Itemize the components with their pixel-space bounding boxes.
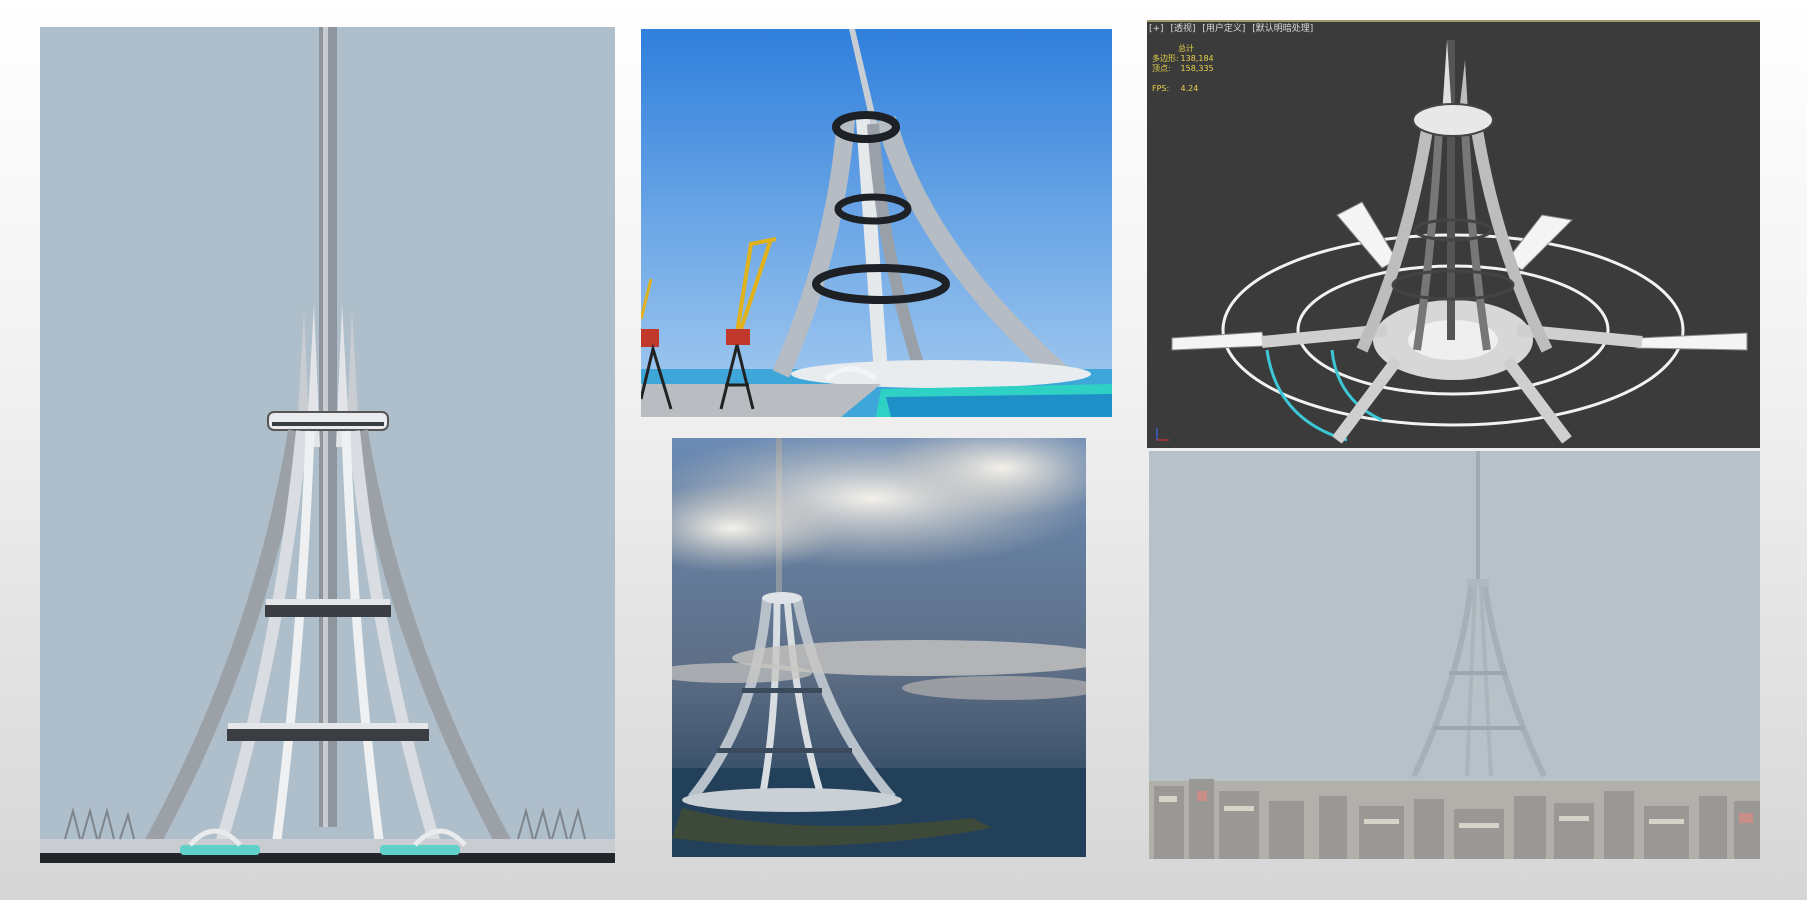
viewport-3d: [+] [透视] [用户定义] [默认明暗处理] 总计 多边形: 138,184… (1147, 20, 1760, 448)
harbor-render (641, 29, 1112, 417)
tower-city-photo (1149, 451, 1760, 859)
front-elevation-render (40, 27, 615, 863)
tower-clouds-render (672, 438, 1086, 857)
